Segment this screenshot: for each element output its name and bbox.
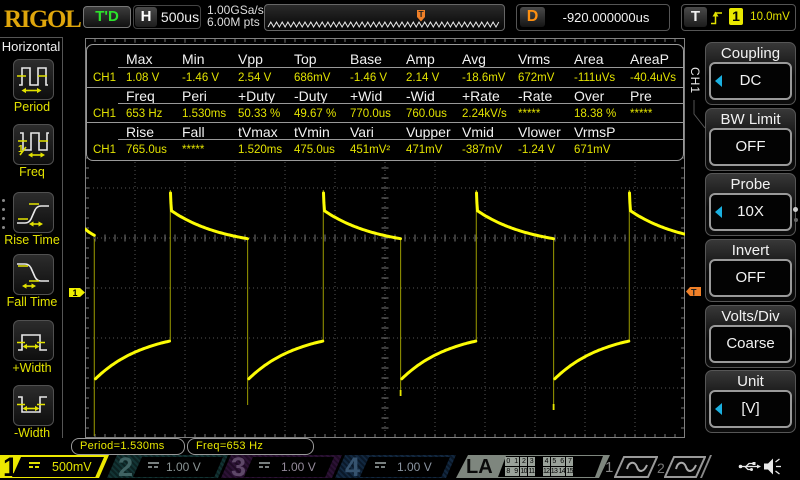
svg-text:T: T bbox=[691, 288, 697, 298]
svg-text:1: 1 bbox=[73, 288, 78, 298]
svg-text:T: T bbox=[419, 9, 425, 19]
